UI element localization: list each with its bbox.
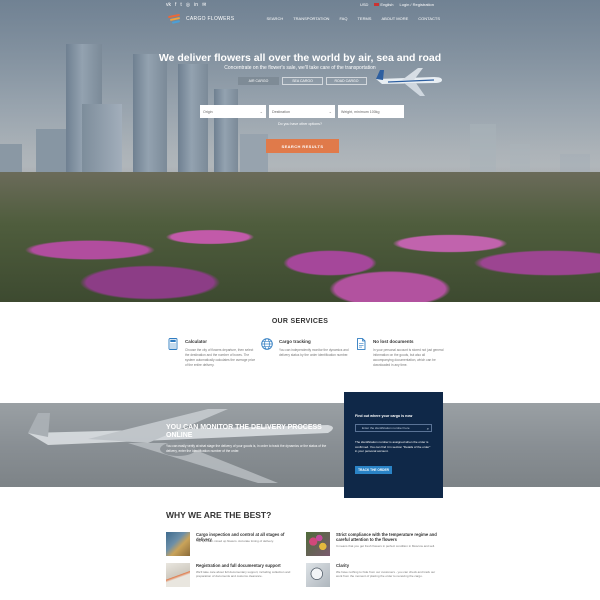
- why-item: Cargo inspection and control at all stag…: [166, 532, 301, 558]
- hero-subline: Concentrate on the flower's sale, we'll …: [224, 65, 376, 71]
- service-title: Calculator: [185, 339, 208, 344]
- logo[interactable]: CARGO FLOWERS: [167, 13, 235, 24]
- instagram-icon[interactable]: ◎: [186, 2, 190, 8]
- origin-select[interactable]: Origin ⌄: [200, 105, 266, 118]
- mail-icon[interactable]: ✉: [202, 2, 206, 8]
- why-item-title: Clarity: [336, 563, 350, 568]
- currency-select[interactable]: USD: [360, 2, 368, 7]
- track-text: The identification number is assigned wh…: [355, 440, 431, 454]
- nav-search[interactable]: SEARCH: [267, 16, 284, 21]
- service-text: You can independently monitor the dynami…: [279, 348, 349, 357]
- track-id-input[interactable]: Enter the identification number here ⌕: [355, 424, 432, 432]
- social-links: vk f t ◎ in ✉: [166, 2, 206, 8]
- search-icon[interactable]: ⌕: [427, 426, 429, 431]
- why-item: Registration and full documentary suppor…: [166, 563, 301, 589]
- chevron-down-icon: ⌄: [328, 109, 332, 114]
- origin-label: Origin: [203, 109, 213, 114]
- service-text: In your personal account is stored not j…: [373, 348, 444, 367]
- track-input-placeholder: Enter the identification number here: [362, 426, 410, 430]
- search-form: Origin ⌄ Destination ⌄ Weight, minimum 1…: [200, 105, 404, 118]
- why-item: Strict compliance with the temperature r…: [306, 532, 441, 558]
- weight-input[interactable]: Weight, minimum 100kg: [338, 105, 404, 118]
- cargo-tabs: AIR CARGO SEA CARGO ROAD CARGO: [238, 77, 370, 85]
- why-title: WHY WE ARE THE BEST?: [166, 510, 272, 520]
- tab-air-cargo[interactable]: AIR CARGO: [238, 77, 279, 85]
- language-select[interactable]: English: [374, 2, 394, 7]
- calculator-icon: [168, 338, 178, 350]
- language-label: English: [380, 2, 394, 7]
- nav-about[interactable]: ABOUT MORE: [381, 16, 408, 21]
- flower-field: [0, 172, 600, 302]
- document-icon: [357, 338, 366, 350]
- track-order-button[interactable]: TRACK THE ORDER: [355, 466, 392, 474]
- nav-contacts[interactable]: CONTACTS: [418, 16, 440, 21]
- vk-icon[interactable]: vk: [166, 2, 171, 8]
- tab-road-cargo[interactable]: ROAD CARGO: [326, 77, 367, 85]
- why-item-text: We have nothing to hide from our custome…: [336, 570, 436, 579]
- nav-terms[interactable]: TERMS: [357, 16, 371, 21]
- why-item-text: You spend in mixed up flowers. Accurate …: [196, 539, 274, 543]
- flowers-photo: [306, 532, 330, 556]
- service-title: No lost documents: [373, 339, 414, 344]
- hero-headline: We deliver flowers all over the world by…: [158, 52, 442, 64]
- why-item-title: Strict compliance with the temperature r…: [336, 532, 437, 542]
- track-order-panel: Find out where your cargo is now Enter t…: [344, 392, 443, 498]
- top-bar: vk f t ◎ in ✉ USD English Login / Regist…: [0, 0, 600, 9]
- nav-transportation[interactable]: TRANSPORTATION: [293, 16, 329, 21]
- other-options-link[interactable]: Do you have other options?: [0, 122, 600, 126]
- track-title: Find out where your cargo is now: [355, 414, 413, 418]
- nav-faq[interactable]: FAQ: [339, 16, 347, 21]
- linkedin-icon[interactable]: in: [194, 2, 198, 8]
- why-item: Clarity We have nothing to hide from our…: [306, 563, 441, 589]
- documents-photo: [166, 563, 190, 587]
- why-item-text: It means that you get fresh flowers in p…: [336, 544, 435, 548]
- monitor-title: YOU CAN MONITOR THE DELIVERY PROCESS ONL…: [166, 424, 322, 439]
- twitter-icon[interactable]: t: [180, 2, 181, 8]
- monitor-text: You can easily verify at what stage the …: [166, 444, 327, 453]
- magnifier-photo: [306, 563, 330, 587]
- globe-icon: [261, 338, 273, 350]
- why-item-text: We'll take care about full documentary s…: [196, 570, 291, 579]
- logo-text: CARGO FLOWERS: [186, 15, 235, 22]
- top-links: USD English Login / Registration: [360, 2, 434, 7]
- logo-mark-icon: [167, 13, 182, 24]
- facebook-icon[interactable]: f: [175, 2, 176, 8]
- service-title: Cargo tracking: [279, 339, 311, 344]
- login-link[interactable]: Login / Registration: [400, 2, 434, 7]
- why-item-title: Registration and full documentary suppor…: [196, 563, 281, 568]
- services-title: OUR SERVICES: [271, 318, 329, 325]
- destination-select[interactable]: Destination ⌄: [269, 105, 335, 118]
- service-text: Choose the city of flowers departure, th…: [185, 348, 256, 367]
- flag-icon: [374, 3, 380, 6]
- main-nav: SEARCH TRANSPORTATION FAQ TERMS ABOUT MO…: [267, 16, 440, 21]
- chevron-down-icon: ⌄: [259, 109, 263, 114]
- search-results-button[interactable]: SEARCH RESULTS: [266, 139, 339, 153]
- inspection-photo: [166, 532, 190, 556]
- weight-placeholder: Weight, minimum 100kg: [341, 109, 380, 114]
- destination-label: Destination: [272, 109, 290, 114]
- tab-sea-cargo[interactable]: SEA CARGO: [282, 77, 323, 85]
